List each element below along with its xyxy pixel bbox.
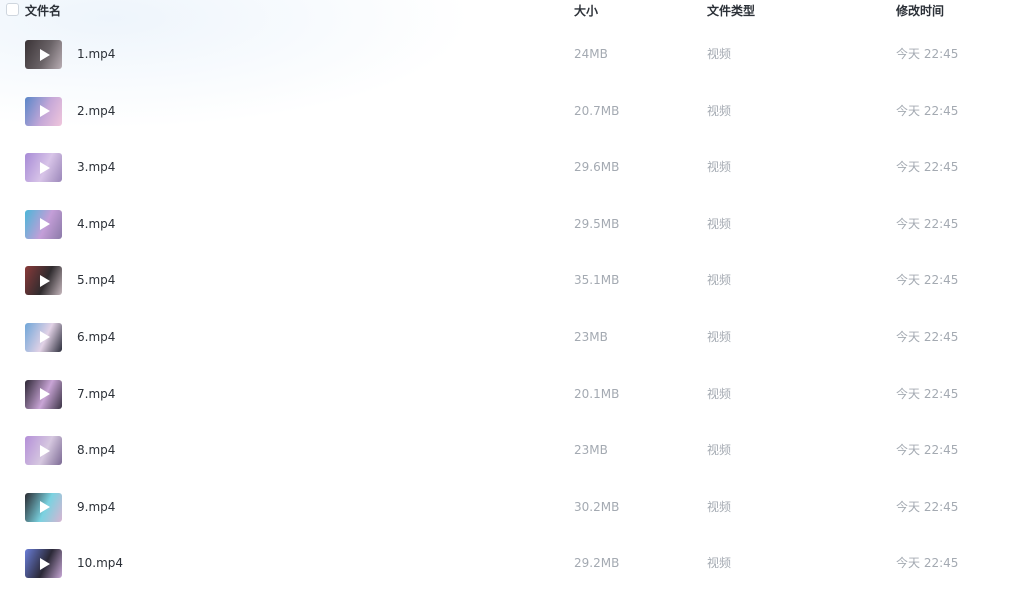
video-thumbnail[interactable] [25, 549, 62, 579]
video-thumbnail[interactable] [25, 40, 62, 69]
file-size: 23MB [574, 329, 608, 344]
file-type: 视频 [707, 273, 732, 288]
file-modified-time: 今天 22:45 [896, 386, 959, 401]
file-size: 20.7MB [574, 103, 620, 118]
file-type: 视频 [707, 47, 732, 61]
file-name[interactable]: 5.mp4 [77, 272, 115, 288]
file-name[interactable]: 1.mp4 [77, 46, 115, 62]
file-name[interactable]: 8.mp4 [77, 442, 115, 458]
file-row[interactable]: 4.mp4 29.5MB 视频 今天 22:45 [0, 196, 1024, 253]
file-size: 35.1MB [574, 273, 620, 288]
video-thumbnail[interactable] [25, 492, 62, 522]
file-size: 23MB [574, 443, 608, 458]
column-header-modified-time[interactable]: 修改时间 [896, 3, 944, 19]
file-modified-time: 今天 22:45 [896, 556, 959, 571]
file-row[interactable]: 1.mp4 24MB 视频 今天 22:45 [0, 26, 1024, 83]
video-thumbnail[interactable] [25, 379, 62, 409]
column-header-size[interactable]: 大小 [574, 3, 598, 19]
column-header-name[interactable]: 文件名 [25, 3, 61, 19]
file-modified-time: 今天 22:45 [896, 103, 959, 118]
file-modified-time: 今天 22:45 [896, 47, 959, 61]
play-icon [39, 48, 50, 61]
play-icon [39, 388, 50, 401]
file-row[interactable]: 7.mp4 20.1MB 视频 今天 22:45 [0, 366, 1024, 423]
play-icon [39, 501, 50, 514]
file-row[interactable]: 5.mp4 35.1MB 视频 今天 22:45 [0, 252, 1024, 309]
file-row[interactable]: 10.mp4 29.2MB 视频 今天 22:45 [0, 535, 1024, 592]
video-thumbnail[interactable] [25, 322, 62, 352]
file-modified-time: 今天 22:45 [896, 329, 959, 344]
play-icon [39, 274, 50, 287]
file-type: 视频 [707, 329, 732, 344]
file-row[interactable]: 3.mp4 29.6MB 视频 今天 22:45 [0, 139, 1024, 196]
file-type: 视频 [707, 103, 732, 118]
file-name[interactable]: 6.mp4 [77, 329, 115, 345]
file-row[interactable]: 9.mp4 30.2MB 视频 今天 22:45 [0, 479, 1024, 536]
file-size: 29.2MB [574, 556, 620, 571]
file-size: 29.6MB [574, 160, 620, 175]
video-thumbnail[interactable] [25, 153, 62, 183]
file-modified-time: 今天 22:45 [896, 273, 959, 288]
file-list-header: 文件名 大小 文件类型 修改时间 [0, 0, 1024, 22]
file-type: 视频 [707, 160, 732, 175]
file-list-page: 文件名 大小 文件类型 修改时间 1.mp4 24MB 视频 今天 22:45 … [0, 0, 1024, 595]
file-size: 24MB [574, 47, 608, 61]
file-name[interactable]: 2.mp4 [77, 103, 115, 119]
file-name[interactable]: 4.mp4 [77, 216, 115, 232]
file-modified-time: 今天 22:45 [896, 443, 959, 458]
play-icon [39, 444, 50, 457]
play-icon [39, 161, 50, 174]
file-name[interactable]: 9.mp4 [77, 499, 115, 515]
file-size: 29.5MB [574, 216, 620, 231]
file-name[interactable]: 7.mp4 [77, 386, 115, 402]
column-header-type[interactable]: 文件类型 [707, 3, 755, 19]
file-type: 视频 [707, 556, 732, 571]
file-size: 30.2MB [574, 499, 620, 514]
file-modified-time: 今天 22:45 [896, 160, 959, 175]
play-icon [39, 331, 50, 344]
file-type: 视频 [707, 499, 732, 514]
file-list: 1.mp4 24MB 视频 今天 22:45 2.mp4 20.7MB 视频 今… [0, 26, 1024, 592]
play-icon [39, 557, 50, 570]
file-row[interactable]: 8.mp4 23MB 视频 今天 22:45 [0, 422, 1024, 479]
video-thumbnail[interactable] [25, 266, 62, 296]
play-icon [39, 105, 50, 118]
file-modified-time: 今天 22:45 [896, 499, 959, 514]
play-icon [39, 218, 50, 231]
file-name[interactable]: 10.mp4 [77, 555, 123, 571]
file-type: 视频 [707, 443, 732, 458]
video-thumbnail[interactable] [25, 436, 62, 466]
file-row[interactable]: 2.mp4 20.7MB 视频 今天 22:45 [0, 83, 1024, 140]
file-row[interactable]: 6.mp4 23MB 视频 今天 22:45 [0, 309, 1024, 366]
video-thumbnail[interactable] [25, 209, 62, 239]
select-all-checkbox[interactable] [6, 3, 19, 16]
video-thumbnail[interactable] [25, 96, 62, 126]
file-modified-time: 今天 22:45 [896, 216, 959, 231]
file-name[interactable]: 3.mp4 [77, 159, 115, 175]
file-type: 视频 [707, 386, 732, 401]
file-type: 视频 [707, 216, 732, 231]
file-size: 20.1MB [574, 386, 620, 401]
